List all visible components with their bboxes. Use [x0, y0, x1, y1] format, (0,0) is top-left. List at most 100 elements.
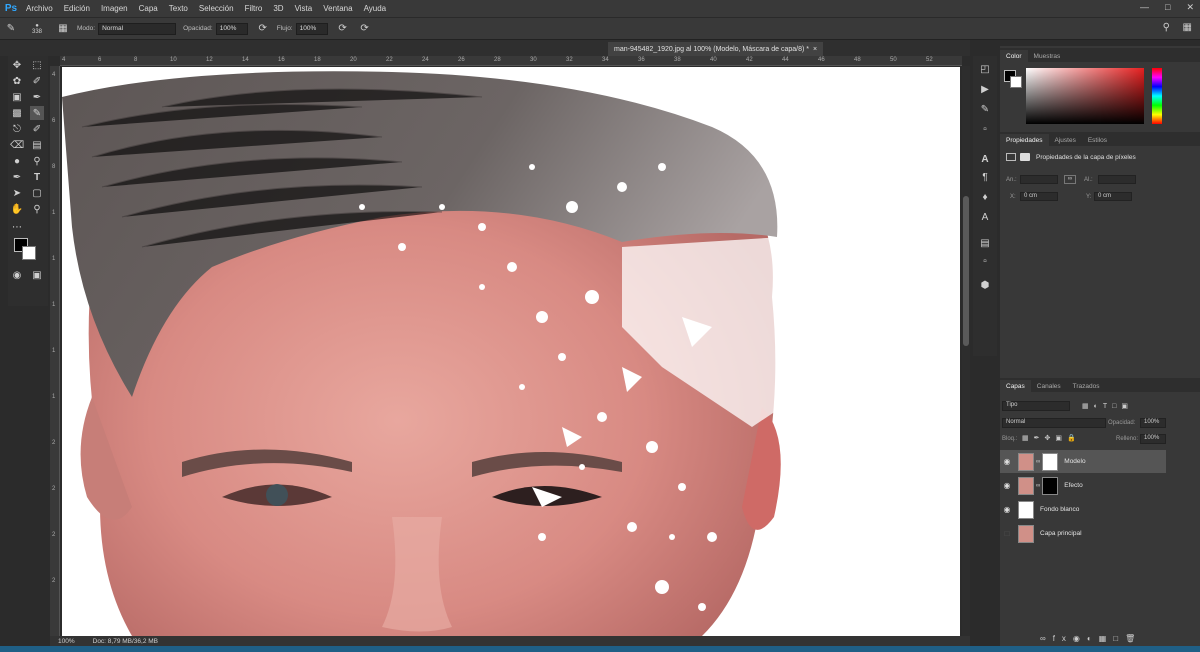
menu-vista[interactable]: Vista: [295, 4, 313, 13]
actions-icon[interactable]: ▶: [978, 82, 992, 96]
quick-select-tool-icon[interactable]: ✐: [30, 74, 44, 88]
background-color-swatch[interactable]: [22, 246, 36, 260]
tab-properties[interactable]: Propiedades: [1000, 134, 1049, 146]
zoom-tool-icon[interactable]: ⚲: [30, 202, 44, 216]
menu-texto[interactable]: Texto: [169, 4, 188, 13]
rectangle-tool-icon[interactable]: ▢: [30, 186, 44, 200]
minimize-icon[interactable]: —: [1140, 2, 1149, 13]
screen-mode-icon[interactable]: ▣: [30, 268, 44, 282]
tab-swatches[interactable]: Muestras: [1028, 50, 1067, 62]
brush-preset-picker[interactable]: ● 338: [26, 22, 48, 36]
close-icon[interactable]: ✕: [1186, 2, 1194, 13]
notes-icon[interactable]: ▫: [978, 254, 992, 268]
history-icon[interactable]: ◰: [978, 62, 992, 76]
document-canvas[interactable]: [62, 67, 960, 636]
menu-ventana[interactable]: Ventana: [323, 4, 352, 13]
3d-icon[interactable]: ⬢: [978, 278, 992, 292]
document-tab[interactable]: man-945482_1920.jpg al 100% (Modelo, Más…: [608, 42, 824, 56]
move-tool-icon[interactable]: ✥: [10, 58, 24, 72]
brushes-icon[interactable]: ▫: [978, 122, 992, 136]
layer-row-fondo-blanco[interactable]: ◉ Fondo blanco: [1000, 498, 1166, 521]
workspace-icon[interactable]: ▦: [1183, 22, 1192, 33]
menu-capa[interactable]: Capa: [139, 4, 158, 13]
chain-link-icon[interactable]: ∞: [1036, 483, 1040, 489]
paragraph-icon[interactable]: ¶: [978, 170, 992, 184]
visibility-eye-off-icon[interactable]: □: [1000, 529, 1014, 538]
layer-opacity-field[interactable]: 100%: [1140, 418, 1166, 428]
hue-slider[interactable]: [1152, 68, 1162, 124]
menu-3d[interactable]: 3D: [273, 4, 283, 13]
layer-row-capa-principal[interactable]: □ Capa principal: [1000, 522, 1166, 545]
layer-name[interactable]: Efecto: [1064, 482, 1082, 489]
more-tools-icon[interactable]: ⋯: [10, 220, 24, 234]
menu-seleccion[interactable]: Selección: [199, 4, 234, 13]
eraser-tool-icon[interactable]: ⌫: [10, 138, 24, 152]
tab-styles[interactable]: Estilos: [1082, 134, 1113, 146]
link-icon[interactable]: ∞: [1064, 175, 1076, 184]
history-brush-tool-icon[interactable]: ✐: [30, 122, 44, 136]
tab-channels[interactable]: Canales: [1031, 380, 1067, 392]
menu-imagen[interactable]: Imagen: [101, 4, 128, 13]
eyedropper-tool-icon[interactable]: ✒: [30, 90, 44, 104]
brush-panel-icon[interactable]: ▦: [56, 22, 70, 36]
path-select-tool-icon[interactable]: ➤: [10, 186, 24, 200]
dodge-tool-icon[interactable]: ⚲: [30, 154, 44, 168]
fill-field[interactable]: 100%: [1140, 434, 1166, 444]
layer-mask-thumbnail[interactable]: [1042, 452, 1059, 471]
crop-tool-icon[interactable]: ▣: [10, 90, 24, 104]
scroll-thumb[interactable]: [963, 196, 969, 346]
maximize-icon[interactable]: □: [1165, 2, 1170, 13]
tab-paths[interactable]: Trazados: [1067, 380, 1106, 392]
lock-icons[interactable]: ▦✒✥▣🔒: [1022, 434, 1081, 442]
glyphs-icon[interactable]: ♦: [978, 190, 992, 204]
mode-select[interactable]: Normal: [98, 22, 177, 35]
healing-tool-icon[interactable]: ▩: [10, 106, 24, 120]
layer-row-modelo[interactable]: ◉ ∞ Modelo: [1000, 450, 1166, 473]
brush-tool-icon[interactable]: ✎: [4, 22, 18, 36]
layer-row-efecto[interactable]: ◉ ∞ Efecto: [1000, 474, 1166, 497]
stamp-tool-icon[interactable]: ⎋: [10, 122, 24, 136]
pressure-size-icon[interactable]: ⟳: [358, 22, 372, 36]
type-tool-icon[interactable]: T: [30, 170, 44, 184]
zoom-level[interactable]: 100%: [58, 638, 75, 645]
brush-settings-icon[interactable]: ✎: [978, 102, 992, 116]
blur-tool-icon[interactable]: ●: [10, 154, 24, 168]
visibility-eye-icon[interactable]: ◉: [1000, 457, 1014, 466]
width-field[interactable]: [1020, 175, 1058, 184]
layer-filter-icons[interactable]: ▦◐T□▣: [1082, 402, 1133, 410]
hand-tool-icon[interactable]: ✋: [10, 202, 24, 216]
pen-tool-icon[interactable]: ✒: [10, 170, 24, 184]
gradient-tool-icon[interactable]: ▤: [30, 138, 44, 152]
brush-tool-icon[interactable]: ✎: [30, 106, 44, 120]
color-bg-swatch[interactable]: [1010, 76, 1022, 88]
document-info[interactable]: Doc: 8,79 MB/36,2 MB: [93, 638, 158, 645]
menu-archivo[interactable]: Archivo: [26, 4, 53, 13]
marquee-tool-icon[interactable]: ⬚: [30, 58, 44, 72]
layer-mask-thumbnail[interactable]: [1042, 476, 1059, 495]
search-icon[interactable]: ⚲: [1163, 22, 1170, 33]
color-field[interactable]: [1026, 68, 1144, 124]
x-field[interactable]: 0 cm: [1020, 192, 1058, 201]
tab-color[interactable]: Color: [1000, 50, 1028, 62]
info-icon[interactable]: ▤: [978, 236, 992, 250]
quick-mask-icon[interactable]: ◉: [10, 268, 24, 282]
mask-icon[interactable]: [1020, 153, 1030, 161]
character-styles-icon[interactable]: A: [978, 210, 992, 224]
menu-filtro[interactable]: Filtro: [245, 4, 263, 13]
tab-layers[interactable]: Capas: [1000, 380, 1031, 392]
visibility-eye-icon[interactable]: ◉: [1000, 505, 1014, 514]
opacity-field[interactable]: 100%: [215, 22, 248, 35]
menu-ayuda[interactable]: Ayuda: [364, 4, 387, 13]
menu-edicion[interactable]: Edición: [64, 4, 90, 13]
close-tab-icon[interactable]: ×: [813, 46, 817, 53]
visibility-eye-icon[interactable]: ◉: [1000, 481, 1014, 490]
pressure-opacity-icon[interactable]: ⟳: [256, 22, 270, 36]
character-icon[interactable]: A: [978, 152, 992, 166]
layer-name[interactable]: Fondo blanco: [1040, 506, 1079, 513]
layer-filter-select[interactable]: Tipo: [1002, 401, 1070, 411]
blend-mode-select[interactable]: Normal: [1002, 418, 1106, 428]
layer-name[interactable]: Capa principal: [1040, 530, 1082, 537]
chain-link-icon[interactable]: ∞: [1036, 459, 1040, 465]
lasso-tool-icon[interactable]: ✿: [10, 74, 24, 88]
tab-adjustments[interactable]: Ajustes: [1049, 134, 1082, 146]
